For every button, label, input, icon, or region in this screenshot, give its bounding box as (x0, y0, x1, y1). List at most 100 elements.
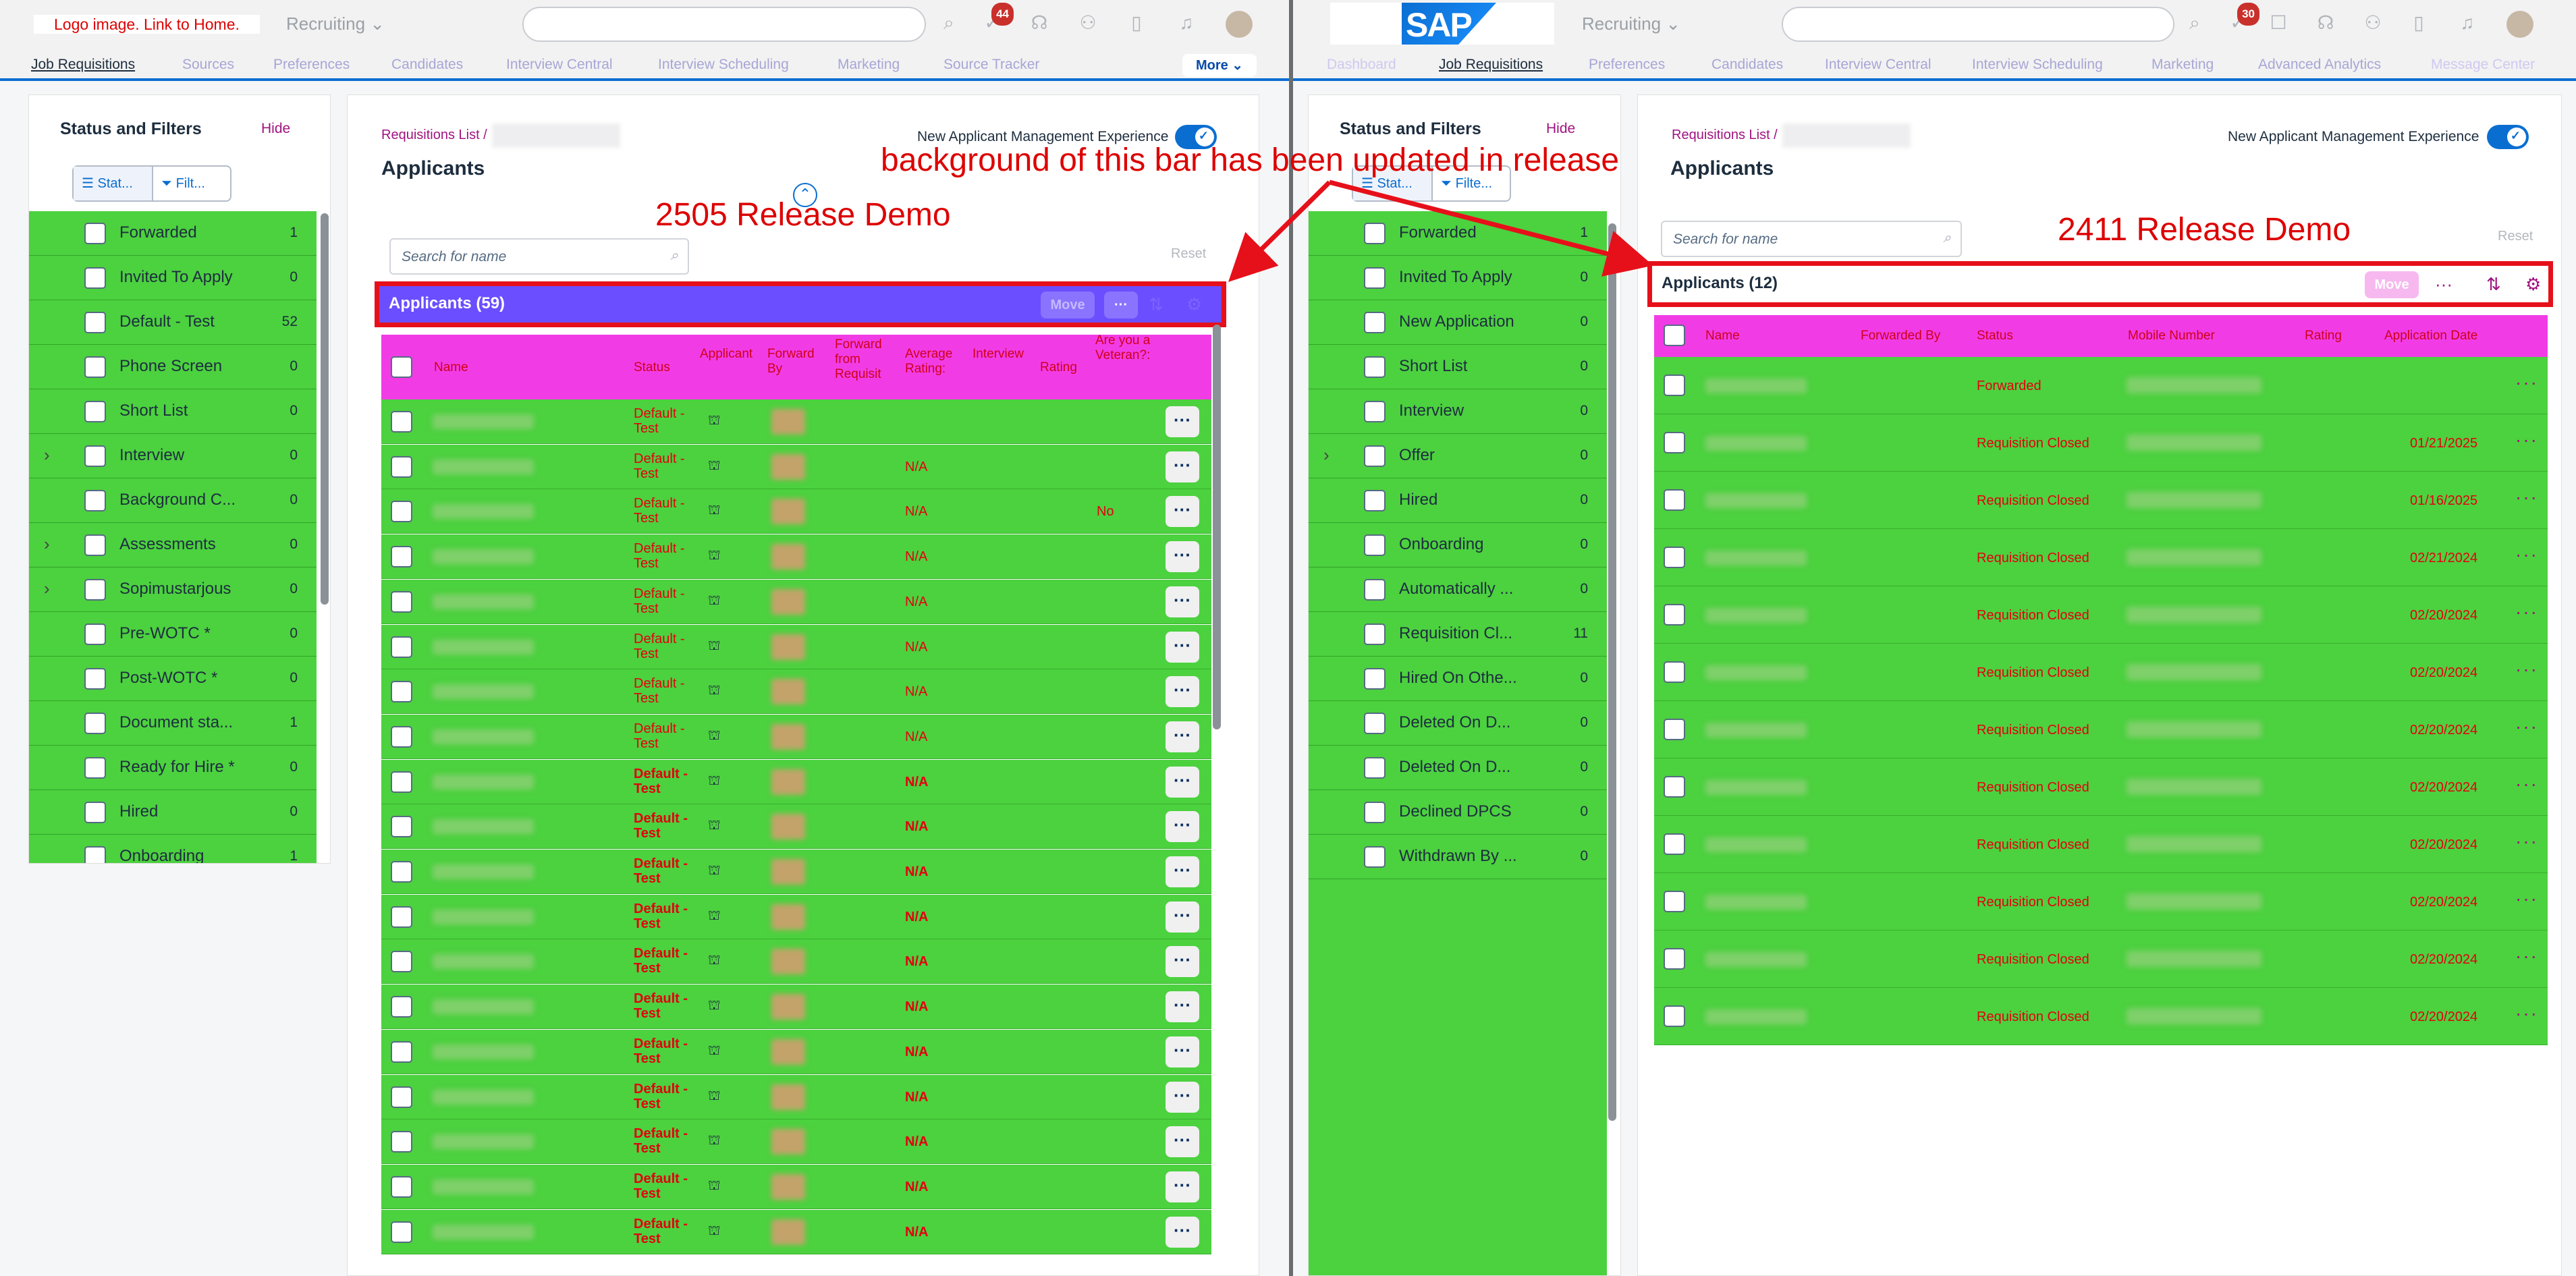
filter-checkbox[interactable] (84, 223, 106, 244)
applicant-name-blurred[interactable] (1705, 379, 1807, 393)
people-icon[interactable]: ⚇ (1077, 12, 1099, 34)
settings-icon[interactable]: ⚙ (1186, 294, 1202, 315)
filter-checkbox[interactable] (84, 401, 106, 422)
filter-item[interactable]: Automatically ... 0 (1309, 567, 1607, 612)
filter-checkbox[interactable] (1364, 312, 1386, 333)
filter-item[interactable]: › Offer 0 (1309, 434, 1607, 478)
col-mobile-number[interactable]: Mobile Number (2128, 329, 2215, 343)
breadcrumb[interactable]: Requisitions List / (381, 128, 487, 143)
filter-checkbox[interactable] (1364, 846, 1386, 868)
row-checkbox[interactable] (391, 861, 412, 883)
applicant-name-blurred[interactable] (433, 774, 534, 789)
row-actions-button[interactable]: ··· (1166, 1036, 1199, 1067)
applicant-name-blurred[interactable] (433, 1224, 534, 1240)
applicant-name-blurred[interactable] (433, 1134, 534, 1150)
filters-scrollbar[interactable] (1608, 223, 1616, 1121)
move-button[interactable]: Move (1041, 292, 1095, 318)
filter-checkbox[interactable] (84, 356, 106, 378)
filter-checkbox[interactable] (84, 668, 106, 690)
bell-icon[interactable]: ♫ (2457, 12, 2478, 34)
table-row[interactable]: Forwarded ··· (1654, 357, 2548, 414)
sap-logo[interactable]: SAP (1330, 3, 1554, 45)
row-checkbox[interactable] (1664, 375, 1685, 396)
col-forward-by[interactable]: Forward By (767, 347, 823, 377)
breadcrumb[interactable]: Requisitions List / (1672, 128, 1778, 143)
chevron-right-icon[interactable]: › (1323, 445, 1330, 466)
filter-checkbox[interactable] (1364, 623, 1386, 645)
more-actions-button[interactable]: ··· (1104, 292, 1138, 318)
filter-item[interactable]: Forwarded 1 (1309, 211, 1607, 256)
row-actions-button[interactable]: ··· (1166, 586, 1199, 617)
more-button[interactable]: More ⌄ (1182, 54, 1257, 77)
nav-interview-central[interactable]: Interview Central (506, 57, 613, 73)
app-switcher[interactable]: Recruiting ⌄ (286, 13, 385, 34)
filter-checkbox[interactable] (84, 312, 106, 333)
nav-job-requisitions[interactable]: Job Requisitions (1439, 57, 1543, 73)
col-forwarded-by[interactable]: Forwarded By (1861, 329, 1940, 343)
row-actions-button[interactable]: ··· (2515, 372, 2538, 393)
table-row[interactable]: Requisition Closed 02/20/2024 ··· (1654, 873, 2548, 931)
sort-icon[interactable]: ⇅ (2486, 274, 2501, 295)
applicant-name-blurred[interactable] (433, 1044, 534, 1059)
row-checkbox[interactable] (391, 771, 412, 793)
row-actions-button[interactable]: ··· (1166, 1126, 1199, 1158)
row-checkbox[interactable] (1664, 948, 1685, 970)
col-rating[interactable]: Rating (1040, 360, 1077, 375)
applicant-name-blurred[interactable] (433, 909, 534, 924)
filter-item[interactable]: Forwarded 1 (29, 211, 317, 256)
table-row[interactable]: Requisition Closed 02/20/2024 ··· (1654, 586, 2548, 644)
row-actions-button[interactable]: ··· (1166, 451, 1199, 482)
app-switcher[interactable]: Recruiting ⌄ (1582, 13, 1680, 34)
filter-item[interactable]: Deleted On D... 0 (1309, 746, 1607, 790)
row-checkbox[interactable] (391, 1041, 412, 1063)
headset-icon[interactable]: ☊ (1029, 12, 1050, 34)
table-row[interactable]: Default - Test ⛫ N/A ··· (381, 534, 1211, 580)
filter-item[interactable]: Deleted On D... 0 (1309, 701, 1607, 746)
bell-icon[interactable]: ♫ (1176, 12, 1197, 34)
row-actions-button[interactable]: ··· (2515, 1003, 2538, 1024)
applicant-name-blurred[interactable] (433, 1089, 534, 1105)
filter-item[interactable]: Invited To Apply 0 (1309, 256, 1607, 300)
table-row[interactable]: Default - Test ⛫ N/A ··· (381, 939, 1211, 984)
row-actions-button[interactable]: ··· (2515, 773, 2538, 795)
nav-candidates[interactable]: Candidates (391, 57, 463, 73)
row-checkbox[interactable] (391, 996, 412, 1018)
people-icon[interactable]: ⚇ (2362, 12, 2384, 34)
filters-scrollbar[interactable] (321, 213, 329, 605)
table-row[interactable]: Default - Test ⛫ N/A ··· (381, 894, 1211, 939)
filter-checkbox[interactable] (1364, 445, 1386, 467)
row-actions-button[interactable]: ··· (2515, 601, 2538, 623)
col-veteran[interactable]: Are you a Veteran?: (1095, 333, 1151, 363)
row-checkbox[interactable] (1664, 776, 1685, 798)
nav-sources[interactable]: Sources (182, 57, 234, 73)
applicant-name-blurred[interactable] (1705, 608, 1807, 623)
row-actions-button[interactable]: ··· (1166, 1216, 1199, 1248)
row-actions-button[interactable]: ··· (1166, 541, 1199, 573)
nav-candidates[interactable]: Candidates (1711, 57, 1783, 73)
nav-interview-scheduling[interactable]: Interview Scheduling (1972, 57, 2103, 73)
row-actions-button[interactable]: ··· (1166, 496, 1199, 528)
avatar[interactable] (2506, 11, 2533, 38)
table-row[interactable]: Requisition Closed 01/16/2025 ··· (1654, 472, 2548, 529)
table-row[interactable]: Default - Test ⛫ N/A ··· (381, 714, 1211, 759)
row-checkbox[interactable] (1664, 719, 1685, 740)
filter-item[interactable]: Phone Screen 0 (29, 345, 317, 389)
filter-checkbox[interactable] (1364, 579, 1386, 601)
move-button[interactable]: Move (2365, 271, 2419, 298)
hide-filters-link[interactable]: Hide (1546, 121, 1575, 137)
applicant-name-blurred[interactable] (433, 459, 534, 474)
applicant-name-blurred[interactable] (433, 819, 534, 835)
logo-link[interactable]: Logo image. Link to Home. (34, 15, 260, 34)
col-status[interactable]: Status (1977, 329, 2013, 343)
todo-icon[interactable]: ✓ 30 (2227, 3, 2259, 34)
nav-marketing[interactable]: Marketing (2152, 57, 2214, 73)
nav-preferences[interactable]: Preferences (273, 57, 350, 73)
row-actions-button[interactable]: ··· (1166, 406, 1199, 437)
sort-icon[interactable]: ⇅ (1149, 294, 1163, 315)
col-status[interactable]: Status (634, 360, 670, 375)
row-checkbox[interactable] (391, 725, 412, 748)
row-checkbox[interactable] (391, 1221, 412, 1243)
nav-interview-scheduling[interactable]: Interview Scheduling (658, 57, 789, 73)
col-name[interactable]: Name (434, 360, 468, 375)
filter-item[interactable]: Onboarding 0 (1309, 523, 1607, 567)
